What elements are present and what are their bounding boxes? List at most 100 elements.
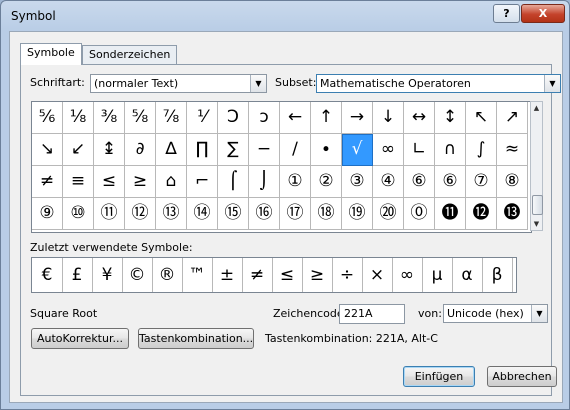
symbol-cell[interactable]: ≡ — [63, 166, 94, 198]
chevron-down-icon[interactable]: ▼ — [250, 75, 266, 92]
char-code-input[interactable]: 221A — [339, 304, 405, 324]
symbol-cell[interactable]: ⑨ — [32, 198, 63, 230]
symbol-cell[interactable]: ⅜ — [94, 102, 125, 134]
subset-select[interactable]: Mathematische Operatoren ▼ — [316, 74, 561, 93]
symbol-cell[interactable]: ⅛ — [63, 102, 94, 134]
tab-symbole[interactable]: Symbole — [20, 43, 82, 65]
recent-symbol-cell[interactable]: ≠ — [242, 258, 273, 292]
symbol-cell[interactable]: ⅚ — [32, 102, 63, 134]
symbol-cell[interactable]: ⑧ — [497, 166, 528, 198]
symbol-cell[interactable]: ⑯ — [249, 198, 280, 230]
symbol-cell[interactable]: ⑬ — [156, 198, 187, 230]
symbol-cell[interactable]: ↑ — [311, 102, 342, 134]
symbol-cell[interactable]: ③ — [342, 166, 373, 198]
symbol-grid-scrollbar[interactable]: ▲ ▼ — [530, 101, 543, 231]
recent-symbol-cell[interactable]: ∞ — [392, 258, 423, 292]
symbol-cell[interactable]: ⅝ — [125, 102, 156, 134]
symbol-cell[interactable]: ∫ — [466, 134, 497, 166]
symbol-cell[interactable]: ⑥ — [435, 166, 466, 198]
symbol-cell[interactable]: ↗ — [497, 102, 528, 134]
symbol-cell[interactable]: ⑰ — [280, 198, 311, 230]
tab-sonderzeichen[interactable]: Sonderzeichen — [82, 45, 178, 64]
recent-symbol-cell[interactable]: α — [452, 258, 483, 292]
symbol-cell[interactable]: − — [249, 134, 280, 166]
insert-button[interactable]: Einfügen — [403, 366, 475, 387]
symbol-cell[interactable]: ∙ — [311, 134, 342, 166]
symbol-cell[interactable]: ∞ — [373, 134, 404, 166]
recent-symbol-cell[interactable]: € — [32, 258, 63, 292]
symbol-cell[interactable]: ① — [280, 166, 311, 198]
recent-symbol-cell[interactable]: ± — [212, 258, 243, 292]
chevron-down-icon[interactable]: ▼ — [531, 305, 547, 322]
symbol-cell[interactable]: ∑ — [218, 134, 249, 166]
autocorrect-button[interactable]: AutoKorrektur... — [31, 328, 129, 349]
symbol-cell[interactable]: ∆ — [156, 134, 187, 166]
symbol-cell[interactable]: → — [342, 102, 373, 134]
recent-symbol-cell[interactable]: ¥ — [92, 258, 123, 292]
symbol-cell[interactable]: ⑭ — [187, 198, 218, 230]
symbol-cell[interactable]: ⅟ — [187, 102, 218, 134]
symbol-cell[interactable]: ← — [280, 102, 311, 134]
symbol-cell[interactable]: ⓫ — [435, 198, 466, 230]
recent-symbol-cell[interactable]: ® — [152, 258, 183, 292]
symbol-cell[interactable]: ⓭ — [497, 198, 528, 230]
recent-symbol-cell[interactable]: µ — [422, 258, 453, 292]
symbol-cell[interactable]: ∏ — [187, 134, 218, 166]
recent-symbols[interactable]: € £ ¥ © ® ™ ± ≠ ≤ ≥ ÷ × ∞ µ α β — [31, 257, 517, 293]
symbol-cell[interactable]: ⑪ — [94, 198, 125, 230]
symbol-cell[interactable]: ⌐ — [187, 166, 218, 198]
symbol-cell[interactable]: ⑲ — [342, 198, 373, 230]
symbol-grid[interactable]: ⅚ ⅛ ⅜ ⅝ ⅞ ⅟ Ↄↄ ← ↑ → ↓ ↔ ↕ ↖ ↗ ↘ ↙ ↨ ∂ ∆ ∏ ∑ − ∕ ∙ √ ∞ ∟ ∩ ∫ ≈ ≠ ≡ ≤ ≥ ⌂ ⌐ ⌠ ⌡… — [31, 101, 532, 233]
chevron-down-icon[interactable]: ▼ — [544, 75, 560, 92]
recent-symbol-cell[interactable]: £ — [62, 258, 93, 292]
symbol-cell[interactable]: ② — [311, 166, 342, 198]
symbol-cell[interactable]: ∩ — [435, 134, 466, 166]
close-button[interactable]: X — [521, 4, 565, 23]
symbol-cell[interactable]: ⌂ — [156, 166, 187, 198]
symbol-cell[interactable]: ⑳ — [373, 198, 404, 230]
recent-symbol-cell[interactable]: × — [362, 258, 393, 292]
cancel-button[interactable]: Abbrechen — [487, 366, 557, 387]
symbol-cell[interactable]: ↨ — [94, 134, 125, 166]
symbol-cell[interactable]: ⑥ — [404, 166, 435, 198]
scroll-thumb[interactable] — [532, 195, 543, 215]
symbol-cell[interactable]: ↖ — [466, 102, 497, 134]
symbol-cell[interactable]: ⓬ — [466, 198, 497, 230]
symbol-cell[interactable]: ⅞ — [156, 102, 187, 134]
recent-symbol-cell[interactable]: ™ — [182, 258, 213, 292]
symbol-cell[interactable]: ④ — [373, 166, 404, 198]
symbol-cell[interactable]: ≤ — [94, 166, 125, 198]
symbol-cell[interactable]: Ↄ — [218, 102, 249, 134]
from-select[interactable]: Unicode (hex) ▼ — [443, 304, 548, 323]
symbol-cell[interactable]: ⑮ — [218, 198, 249, 230]
scroll-down-icon[interactable]: ▼ — [531, 218, 542, 230]
recent-symbol-cell[interactable]: © — [122, 258, 153, 292]
symbol-cell[interactable]: √ — [342, 134, 373, 166]
symbol-cell[interactable]: ⌠ — [218, 166, 249, 198]
symbol-cell[interactable]: ↔ — [404, 102, 435, 134]
recent-symbol-cell[interactable]: β — [482, 258, 513, 292]
title-bar[interactable]: Symbol ? X — [1, 1, 569, 31]
font-select[interactable]: (normaler Text) ▼ — [90, 74, 267, 93]
symbol-cell[interactable]: ↕ — [435, 102, 466, 134]
symbol-cell[interactable]: ⌡ — [249, 166, 280, 198]
symbol-cell[interactable]: ↄ — [249, 102, 280, 134]
recent-symbol-cell[interactable]: ÷ — [332, 258, 363, 292]
help-button[interactable]: ? — [493, 4, 520, 23]
symbol-cell[interactable]: ∂ — [125, 134, 156, 166]
recent-symbol-cell[interactable]: ≤ — [272, 258, 303, 292]
symbol-cell[interactable]: ≥ — [125, 166, 156, 198]
symbol-cell[interactable]: ⑦ — [466, 166, 497, 198]
symbol-cell[interactable]: ⑩ — [63, 198, 94, 230]
shortcut-key-button[interactable]: Tastenkombination... — [138, 328, 254, 349]
scroll-up-icon[interactable]: ▲ — [531, 102, 542, 114]
symbol-cell[interactable]: ∕ — [280, 134, 311, 166]
symbol-cell[interactable]: ≈ — [497, 134, 528, 166]
symbol-cell[interactable]: ↙ — [63, 134, 94, 166]
symbol-cell[interactable]: ⑫ — [125, 198, 156, 230]
symbol-cell[interactable]: ⓪ — [404, 198, 435, 230]
symbol-cell[interactable]: ↓ — [373, 102, 404, 134]
symbol-cell[interactable]: ↘ — [32, 134, 63, 166]
symbol-cell[interactable]: ∟ — [404, 134, 435, 166]
symbol-cell[interactable]: ⑱ — [311, 198, 342, 230]
